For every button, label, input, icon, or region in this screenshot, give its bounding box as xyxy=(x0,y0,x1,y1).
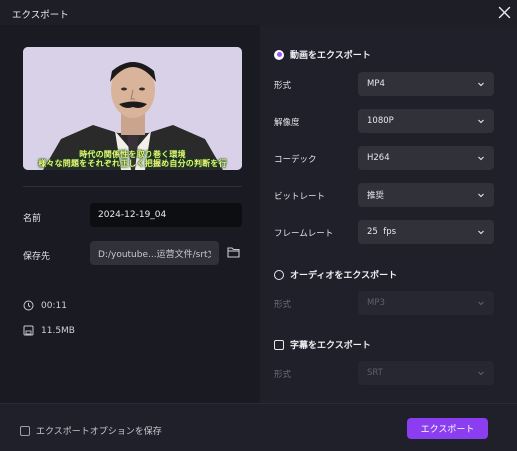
bitrate-value: 推奨 xyxy=(367,191,385,201)
save-location-label: 保存先 xyxy=(23,252,51,262)
chevron-down-icon xyxy=(478,156,484,161)
file-size-value: 11.5MB xyxy=(41,326,75,336)
save-path-value: D:/youtube...运营文件/srt文件 xyxy=(98,249,211,260)
audio-export-heading: オーディオをエクスポート xyxy=(290,271,398,281)
subtitle-export-option[interactable]: 字幕をエクスポート xyxy=(274,338,371,351)
codec-value: H264 xyxy=(367,153,390,163)
chevron-down-icon xyxy=(478,119,484,124)
codec-select[interactable]: H264 xyxy=(358,146,494,170)
window-title: エクスポート xyxy=(12,10,69,21)
chevron-down-icon xyxy=(478,371,484,376)
bitrate-label: ビットレート xyxy=(274,192,326,202)
subtitle-format-value: SRT xyxy=(367,368,383,378)
chevron-down-icon xyxy=(478,82,484,87)
file-name-input[interactable]: 2024-12-19_04 xyxy=(90,203,242,227)
resolution-select[interactable]: 1080P xyxy=(358,109,494,133)
framerate-value: 25 fps xyxy=(367,227,397,237)
file-size-icon xyxy=(23,325,34,336)
footer-bar: エクスポートオプションを保存 エクスポート xyxy=(0,403,517,451)
audio-format-value: MP3 xyxy=(367,298,385,308)
clock-icon xyxy=(23,300,34,311)
save-export-options-checkbox[interactable]: エクスポートオプションを保存 xyxy=(20,424,162,437)
save-export-options-label: エクスポートオプションを保存 xyxy=(36,427,162,437)
chevron-down-icon xyxy=(478,230,484,235)
export-button[interactable]: エクスポート xyxy=(407,418,488,439)
codec-label: コーデック xyxy=(274,155,317,165)
video-format-select[interactable]: MP4 xyxy=(358,72,494,96)
subtitle-caption-line-2: 様々な問題をそれぞれ正しく把握め自分の判断を行 xyxy=(38,159,227,168)
radio-selected-icon[interactable] xyxy=(274,49,284,60)
chevron-down-icon xyxy=(478,193,484,198)
video-format-value: MP4 xyxy=(367,79,385,89)
bitrate-select[interactable]: 推奨 xyxy=(358,183,494,207)
divider xyxy=(23,186,242,187)
checkbox-icon[interactable] xyxy=(274,339,284,350)
framerate-label: フレームレート xyxy=(274,229,334,239)
close-icon[interactable] xyxy=(496,4,513,21)
save-path-field[interactable]: D:/youtube...运营文件/srt文件 xyxy=(90,241,219,265)
framerate-select[interactable]: 25 fps xyxy=(358,220,494,244)
duration-value: 00:11 xyxy=(41,301,67,311)
checkbox-icon[interactable] xyxy=(20,425,30,436)
subtitle-format-select: SRT xyxy=(358,361,494,385)
folder-icon[interactable] xyxy=(227,246,240,258)
subtitle-format-label: 形式 xyxy=(274,370,292,380)
chevron-down-icon xyxy=(478,301,484,306)
subtitle-export-heading: 字幕をエクスポート xyxy=(290,341,371,351)
video-preview-thumbnail: 時代の関係性を取り巻く環境 様々な問題をそれぞれ正しく把握め自分の判断を行 xyxy=(23,47,242,170)
radio-unselected-icon[interactable] xyxy=(274,269,284,280)
file-name-value: 2024-12-19_04 xyxy=(98,210,167,220)
format-label: 形式 xyxy=(274,81,292,91)
video-export-heading: 動画をエクスポート xyxy=(290,51,371,61)
name-label: 名前 xyxy=(23,214,42,224)
audio-format-label: 形式 xyxy=(274,300,292,310)
resolution-label: 解像度 xyxy=(274,118,300,128)
title-bar: エクスポート xyxy=(0,0,517,25)
video-export-option[interactable]: 動画をエクスポート xyxy=(274,48,371,61)
resolution-value: 1080P xyxy=(367,116,394,126)
audio-export-option[interactable]: オーディオをエクスポート xyxy=(274,268,397,281)
audio-format-select: MP3 xyxy=(358,291,494,315)
